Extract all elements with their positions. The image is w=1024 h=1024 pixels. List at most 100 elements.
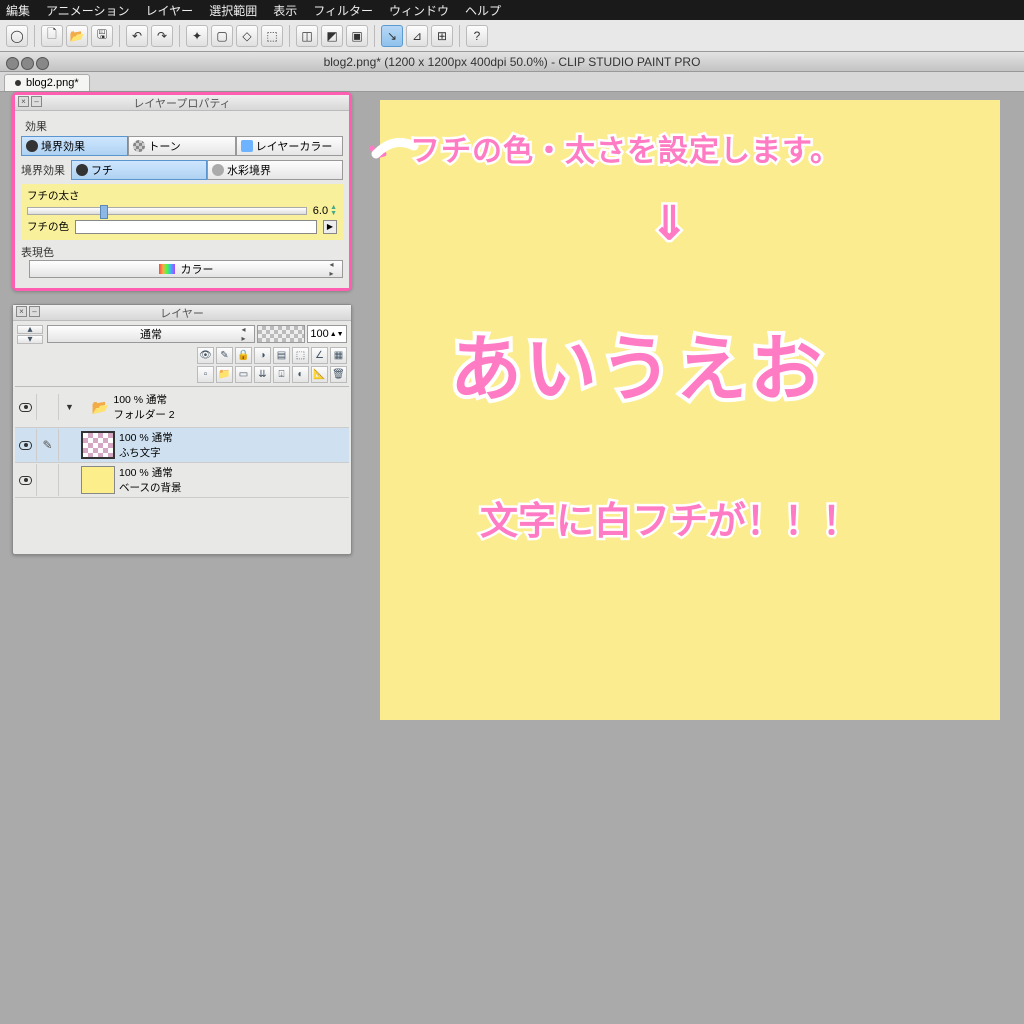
new-layer-icon[interactable]: ▫ <box>197 366 214 383</box>
layer-percent: 100 % 通常 <box>119 465 181 480</box>
minimize-window-icon[interactable] <box>21 57 34 70</box>
save-file-icon[interactable]: 🖫 <box>91 25 113 47</box>
panel-collapse-icon[interactable]: – <box>31 96 42 107</box>
snap-special-icon[interactable]: ⊿ <box>406 25 428 47</box>
slider-thumb-icon[interactable] <box>100 205 108 219</box>
thickness-label: フチの太さ <box>27 188 337 203</box>
clip-studio-icon[interactable]: ◯ <box>6 25 28 47</box>
open-file-icon[interactable]: 📂 <box>66 25 88 47</box>
mask-create-icon[interactable]: ◐ <box>292 366 309 383</box>
border-effect-button[interactable]: 境界効果 <box>21 136 128 156</box>
draft-icon[interactable]: ▤ <box>273 347 290 364</box>
layer-property-panel: ×– レイヤープロパティ 効果 境界効果 トーン レイヤーカラー 境界効果 フチ… <box>12 92 352 291</box>
fuchi-label: フチ <box>91 162 113 178</box>
color-picker-button[interactable]: ▶ <box>323 220 337 234</box>
blend-mode-value: 通常 <box>140 326 162 342</box>
mask-icon[interactable]: ⬚ <box>292 347 309 364</box>
opacity-value[interactable]: 100▲▼ <box>307 325 347 343</box>
opacity-slider[interactable] <box>257 325 305 343</box>
new-file-icon[interactable]: 🗋 <box>41 25 63 47</box>
border-effect-label: 境界効果 <box>41 138 85 154</box>
panel-close-icon[interactable]: × <box>16 306 27 317</box>
eye-icon <box>19 403 32 412</box>
layer-thumbnail[interactable] <box>81 431 115 459</box>
panel-shrink-icon[interactable]: ▾ <box>17 335 43 344</box>
border-type-label: 境界効果 <box>21 162 65 178</box>
watercolor-label: 水彩境界 <box>227 162 271 178</box>
erase-icon[interactable]: ◇ <box>236 25 258 47</box>
transfer-icon[interactable]: ⇊ <box>254 366 271 383</box>
brush-tool-icon[interactable]: ✎ <box>216 347 233 364</box>
thickness-value[interactable]: 6.0 <box>313 205 328 217</box>
thickness-stepper[interactable]: ▲▼ <box>330 205 337 217</box>
folder-icon: 📂 <box>92 399 109 416</box>
fuchi-button[interactable]: フチ <box>71 160 207 180</box>
ruler-create-icon[interactable]: 📐 <box>311 366 328 383</box>
lock-icon[interactable]: 🔒 <box>235 347 252 364</box>
trash-icon[interactable]: 🗑 <box>330 366 347 383</box>
edit-indicator[interactable]: ✎ <box>37 429 59 461</box>
blend-mode-select[interactable]: 通常 <box>47 325 255 343</box>
menu-layer[interactable]: レイヤー <box>146 2 194 19</box>
menu-view[interactable]: 表示 <box>273 2 297 19</box>
close-window-icon[interactable] <box>6 57 19 70</box>
edit-col[interactable] <box>37 394 59 420</box>
undo-icon[interactable]: ↶ <box>126 25 148 47</box>
layer-row[interactable]: 100 % 通常 ベースの背景 <box>15 463 349 498</box>
thickness-slider[interactable] <box>27 207 307 215</box>
visibility-toggle[interactable] <box>15 394 37 420</box>
document-tab[interactable]: blog2.png* <box>4 74 90 91</box>
layer-panel-header[interactable]: ×– レイヤー <box>13 305 351 321</box>
tone-icon[interactable]: ◩ <box>321 25 343 47</box>
visibility-toggle[interactable] <box>15 429 37 461</box>
color-tag-icon[interactable]: ▦ <box>330 347 347 364</box>
menu-bar: 編集 アニメーション レイヤー 選択範囲 表示 フィルター ウィンドウ ヘルプ <box>0 0 1024 20</box>
scale-icon[interactable]: ◫ <box>296 25 318 47</box>
layer-color-button[interactable]: レイヤーカラー <box>236 136 343 156</box>
edit-indicator[interactable] <box>37 464 59 496</box>
eye-tool-icon[interactable]: 👁 <box>197 347 214 364</box>
menu-animation[interactable]: アニメーション <box>46 2 130 19</box>
expression-select[interactable]: カラー <box>29 260 343 278</box>
panel-collapse-icon[interactable]: – <box>29 306 40 317</box>
eye-icon <box>19 441 32 450</box>
layer-color-label: レイヤーカラー <box>256 138 333 154</box>
ref-icon[interactable]: ◑ <box>254 347 271 364</box>
panel-expand-icon[interactable]: ▴ <box>17 325 43 334</box>
merge-icon[interactable]: ⍗ <box>273 366 290 383</box>
panel-close-icon[interactable]: × <box>18 96 29 107</box>
layer-folder-row[interactable]: ▼ 📂 100 % 通常 フォルダー 2 <box>15 387 349 428</box>
menu-help[interactable]: ヘルプ <box>465 2 501 19</box>
watercolor-button[interactable]: 水彩境界 <box>207 160 343 180</box>
layer-name: ベースの背景 <box>119 480 181 495</box>
snap-grid-icon[interactable]: ⊞ <box>431 25 453 47</box>
outline-color-swatch[interactable] <box>75 220 317 234</box>
sample-text: あいうえお <box>450 310 825 415</box>
outline-color-label: フチの色 <box>27 219 69 234</box>
crop-icon[interactable]: ▢ <box>211 25 233 47</box>
menu-edit[interactable]: 編集 <box>6 2 30 19</box>
layer-property-header[interactable]: ×– レイヤープロパティ <box>15 95 349 111</box>
menu-selection[interactable]: 選択範囲 <box>209 2 257 19</box>
layer-name: ふち文字 <box>119 445 173 460</box>
snap-ruler-icon[interactable]: ↘ <box>381 25 403 47</box>
zoom-window-icon[interactable] <box>36 57 49 70</box>
clear-icon[interactable]: ✦ <box>186 25 208 47</box>
menu-window[interactable]: ウィンドウ <box>389 2 449 19</box>
tone-button[interactable]: トーン <box>128 136 235 156</box>
border-icon[interactable]: ▣ <box>346 25 368 47</box>
outline-settings-block: フチの太さ 6.0 ▲▼ フチの色 ▶ <box>21 184 343 240</box>
layer-row-selected[interactable]: ✎ 100 % 通常 ふち文字 <box>15 428 349 463</box>
outside-icon[interactable]: ⬚ <box>261 25 283 47</box>
new-folder-icon[interactable]: 📁 <box>216 366 233 383</box>
new-frame-icon[interactable]: ▭ <box>235 366 252 383</box>
canvas-area[interactable]: フチの色・太さを設定します。 ⇓ あいうえお 文字に白フチが！！！ <box>380 100 1000 720</box>
annotation-arrow-down: ⇓ <box>650 196 689 250</box>
redo-icon[interactable]: ↷ <box>151 25 173 47</box>
visibility-toggle[interactable] <box>15 464 37 496</box>
ruler-icon[interactable]: ∠ <box>311 347 328 364</box>
menu-filter[interactable]: フィルター <box>313 2 373 19</box>
help-icon[interactable]: ? <box>466 25 488 47</box>
folder-disclosure-icon[interactable]: ▼ <box>65 402 74 412</box>
layer-thumbnail[interactable] <box>81 466 115 494</box>
